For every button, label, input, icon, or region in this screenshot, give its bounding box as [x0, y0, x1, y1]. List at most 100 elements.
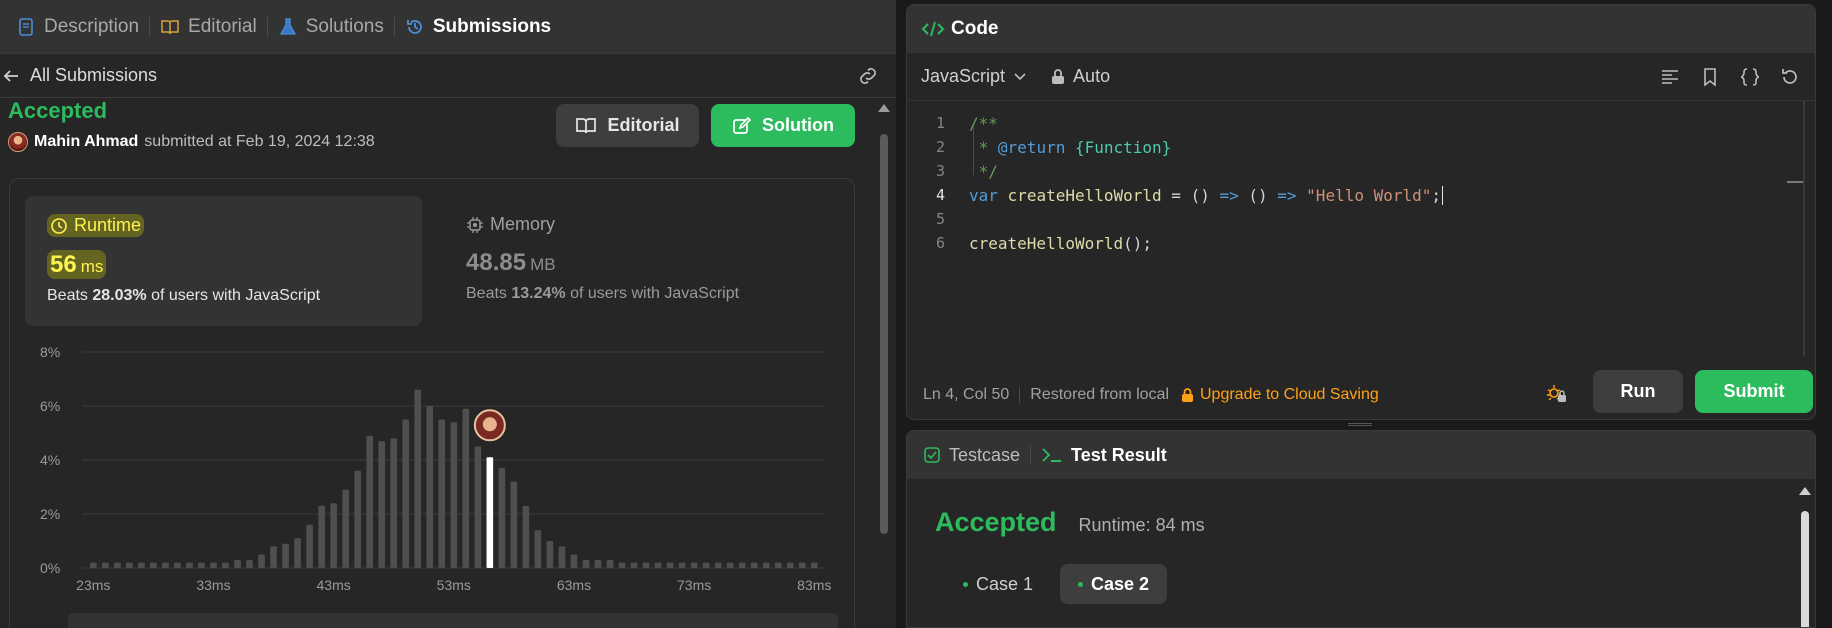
chart-bar[interactable]	[534, 530, 542, 568]
chart-bar[interactable]	[246, 559, 253, 568]
chart-bar[interactable]	[642, 562, 650, 568]
chart-bar[interactable]	[330, 503, 337, 568]
chart-bar[interactable]	[210, 562, 217, 568]
chart-bar[interactable]	[366, 435, 373, 568]
chart-bar[interactable]	[378, 441, 386, 568]
chart-bar[interactable]	[198, 562, 205, 568]
all-submissions-link[interactable]: All Submissions	[0, 65, 157, 86]
chart-bar[interactable]	[654, 562, 662, 568]
chart-bar[interactable]	[786, 562, 794, 568]
code-editor[interactable]: 1 /** 2 * @return {Function} 3 */ 4 var …	[907, 101, 1815, 363]
scroll-thumb[interactable]	[880, 134, 888, 534]
panel-resize-handle-horizontal[interactable]	[1348, 423, 1372, 426]
left-scrollbar[interactable]	[878, 104, 890, 628]
upgrade-cloud-link[interactable]: Upgrade to Cloud Saving	[1181, 386, 1379, 404]
chart-bar[interactable]	[126, 562, 133, 568]
chart-bar[interactable]	[810, 562, 818, 568]
chart-bar[interactable]	[702, 562, 710, 568]
chart-bar[interactable]	[282, 543, 289, 568]
braces-icon[interactable]	[1739, 66, 1761, 88]
chart-bar[interactable]	[690, 562, 698, 568]
lock-icon	[1182, 387, 1193, 402]
chart-bar[interactable]	[258, 554, 265, 569]
chart-bar[interactable]	[714, 562, 722, 568]
chart-bar[interactable]	[582, 559, 590, 568]
link-icon[interactable]	[856, 64, 880, 88]
language-select[interactable]: JavaScript	[921, 66, 1027, 87]
debug-icon[interactable]	[1545, 381, 1567, 403]
auto-mode-toggle[interactable]: Auto	[1051, 66, 1110, 87]
solution-button[interactable]: Solution	[711, 104, 855, 147]
chart-bar[interactable]	[618, 562, 626, 568]
chart-bar[interactable]	[462, 408, 470, 568]
chart-range-slider[interactable]	[68, 613, 838, 628]
chart-bar[interactable]	[750, 562, 758, 568]
run-button[interactable]: Run	[1593, 370, 1683, 413]
chart-bar[interactable]	[270, 546, 277, 568]
scroll-up-icon[interactable]	[1799, 487, 1811, 495]
chart-bar[interactable]	[294, 538, 301, 568]
case-tab-2[interactable]: Case 2	[1060, 564, 1168, 604]
tab-description[interactable]: Description	[6, 0, 149, 53]
editor-scrollbar[interactable]	[1787, 101, 1805, 356]
chart-bar[interactable]	[570, 554, 578, 569]
chart-bar[interactable]	[138, 562, 145, 568]
chart-bar[interactable]	[726, 562, 734, 568]
submit-button[interactable]: Submit	[1695, 370, 1813, 413]
chart-bar[interactable]	[186, 562, 193, 568]
chart-bar[interactable]	[318, 505, 325, 568]
tab-test-result[interactable]: Test Result	[1041, 445, 1167, 466]
chart-bar[interactable]	[510, 481, 518, 568]
chart-bar[interactable]	[774, 562, 782, 568]
result-panel: Testcase Test Result Accepted Runtime: 8…	[906, 430, 1816, 628]
chart-bar[interactable]	[390, 438, 398, 568]
scroll-thumb[interactable]	[1801, 511, 1809, 627]
chart-bar[interactable]	[762, 562, 770, 568]
chart-bar[interactable]	[678, 562, 686, 568]
chart-bar[interactable]	[102, 562, 109, 568]
chart-bar[interactable]	[630, 562, 638, 568]
chart-bar[interactable]	[162, 562, 169, 568]
author-name[interactable]: Mahin Ahmad	[34, 133, 138, 151]
chart-bar[interactable]	[546, 541, 554, 568]
reset-icon[interactable]	[1779, 66, 1801, 88]
chart-bar[interactable]	[306, 524, 313, 568]
case-tab-1[interactable]: Case 1	[945, 564, 1051, 604]
chart-bar[interactable]	[114, 562, 121, 568]
panel-resize-handle[interactable]	[896, 0, 906, 628]
tab-solutions[interactable]: Solutions	[268, 0, 394, 53]
chart-bar[interactable]	[606, 559, 614, 568]
chart-bar[interactable]	[558, 546, 566, 568]
chart-bar[interactable]	[666, 562, 674, 568]
chart-bar[interactable]	[354, 470, 361, 568]
chart-bar-highlight[interactable]	[486, 457, 494, 568]
chart-bar[interactable]	[426, 406, 434, 568]
chart-bar[interactable]	[450, 422, 458, 568]
memory-stat-card[interactable]: Memory 48.85 MB Beats 13.24% of users wit…	[444, 196, 841, 326]
tab-submissions[interactable]: Submissions	[395, 0, 561, 53]
chart-bar[interactable]	[594, 559, 602, 568]
chart-bar[interactable]	[438, 419, 446, 569]
tab-testcase[interactable]: Testcase	[923, 445, 1020, 466]
chart-bar[interactable]	[342, 489, 349, 568]
chart-bar[interactable]	[222, 562, 229, 568]
editorial-button[interactable]: Editorial	[556, 104, 699, 147]
chart-bar[interactable]	[798, 562, 806, 568]
chart-bar[interactable]	[90, 562, 97, 568]
result-scrollbar[interactable]	[1799, 487, 1811, 627]
chart-bar[interactable]	[150, 562, 157, 568]
format-icon[interactable]	[1659, 66, 1681, 88]
chart-bar[interactable]	[474, 446, 482, 569]
scroll-up-icon[interactable]	[878, 104, 890, 112]
avatar[interactable]	[8, 132, 28, 152]
chart-bar[interactable]	[522, 505, 530, 568]
chart-bar[interactable]	[174, 562, 181, 568]
chart-bar[interactable]	[498, 468, 506, 568]
chart-bar[interactable]	[402, 419, 410, 569]
chart-bar[interactable]	[414, 389, 422, 568]
chart-bar[interactable]	[234, 559, 241, 568]
chart-bar[interactable]	[738, 562, 746, 568]
tab-editorial[interactable]: Editorial	[150, 0, 267, 53]
bookmark-icon[interactable]	[1699, 66, 1721, 88]
runtime-stat-card[interactable]: Runtime 56 ms Beats 28.03% of users with …	[25, 196, 422, 326]
